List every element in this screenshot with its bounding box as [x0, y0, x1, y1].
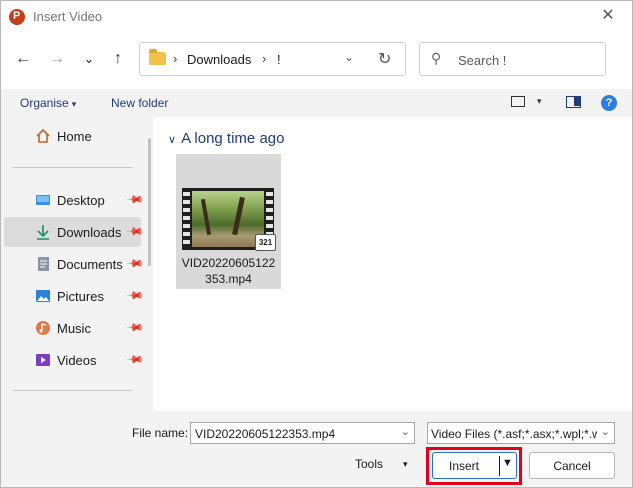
help-icon[interactable]: ?	[601, 95, 617, 111]
sidebar-item-label: Home	[57, 129, 92, 144]
file-name-input[interactable]	[195, 426, 391, 441]
file-name-label: File name:	[132, 426, 189, 440]
chevron-down-icon[interactable]: ⌄	[601, 425, 610, 438]
address-bar[interactable]: › Downloads › ! ⌄ ↻	[139, 42, 406, 76]
pin-icon[interactable]: 📌	[125, 350, 144, 369]
media-player-icon: 321	[255, 234, 276, 251]
command-bar: Organise ▾ New folder ▾ ?	[1, 89, 632, 117]
insert-button[interactable]: Insert ▼	[432, 452, 517, 479]
breadcrumb-separator: ›	[173, 51, 178, 66]
file-name-label: VID20220605122353.mp4	[181, 256, 276, 286]
pictures-icon	[36, 290, 50, 302]
address-dropdown-icon[interactable]: ⌄	[344, 50, 354, 64]
file-list: ∨ A long time ago 321 VID20220605122353.m…	[158, 117, 632, 411]
back-arrow-icon[interactable]: ←	[12, 48, 34, 70]
pin-icon[interactable]: 📌	[125, 222, 144, 241]
breadcrumb-downloads[interactable]: Downloads	[187, 52, 251, 67]
breadcrumb-separator: ›	[262, 51, 267, 66]
search-box[interactable]: ⚲	[419, 42, 606, 76]
view-options-caret-icon[interactable]: ▾	[537, 96, 542, 107]
organise-caret-icon: ▾	[71, 99, 77, 109]
organise-menu[interactable]: Organise ▾	[20, 96, 76, 110]
videos-icon	[36, 354, 50, 366]
sidebar-item-home[interactable]: Home	[4, 121, 141, 151]
music-icon	[36, 321, 50, 335]
sidebar-item-label: Pictures	[57, 289, 104, 304]
sidebar-item-label: Downloads	[57, 225, 122, 240]
recent-locations-chevron-icon[interactable]: ⌄	[78, 48, 100, 70]
documents-icon	[38, 257, 49, 271]
search-input[interactable]	[458, 51, 598, 69]
tools-caret-icon[interactable]: ▾	[403, 459, 408, 470]
insert-options-caret-icon[interactable]: ▼	[502, 457, 513, 469]
sidebar-item-downloads[interactable]: Downloads 📌	[4, 217, 144, 247]
group-header[interactable]: ∨ A long time ago	[168, 130, 284, 147]
insert-video-dialog: Insert Video ✕ ← → ⌄ ↑ › Downloads › ! ⌄…	[0, 0, 633, 488]
folder-icon	[149, 49, 166, 65]
close-icon[interactable]: ✕	[598, 6, 618, 26]
navigation-pane: Home Desktop 📌 Downloads 📌 Documents 📌 P…	[1, 117, 153, 411]
chevron-down-icon: ∨	[168, 134, 177, 146]
search-icon: ⚲	[431, 50, 442, 66]
dialog-title: Insert Video	[33, 9, 103, 24]
sidebar-item-label: Documents	[57, 257, 123, 272]
pin-icon[interactable]: 📌	[125, 286, 144, 305]
sidebar-divider	[13, 390, 133, 391]
sidebar-item-music[interactable]: Music 📌	[4, 313, 144, 343]
forest-thumbnail-image	[192, 191, 264, 247]
pin-icon[interactable]: 📌	[125, 254, 144, 273]
split-divider	[499, 456, 500, 476]
pin-icon[interactable]: 📌	[125, 318, 144, 337]
cancel-button-label: Cancel	[553, 459, 591, 473]
tools-menu[interactable]: Tools	[355, 457, 383, 471]
sidebar-item-desktop[interactable]: Desktop 📌	[4, 185, 144, 215]
preview-pane-icon[interactable]	[566, 96, 581, 108]
title-bar: Insert Video ✕	[1, 1, 632, 32]
sidebar-item-label: Desktop	[57, 193, 105, 208]
breadcrumb-current-folder[interactable]: !	[277, 52, 281, 67]
view-options-icon[interactable]	[511, 96, 525, 107]
pin-icon[interactable]: 📌	[125, 190, 144, 209]
cancel-button[interactable]: Cancel	[529, 452, 615, 479]
dialog-footer: File name: ⌄ Video Files (*.asf;*.asx;*.…	[1, 411, 632, 487]
file-name-combobox[interactable]: ⌄	[190, 422, 415, 444]
film-perforation	[183, 192, 190, 246]
file-type-value: Video Files (*.asf;*.asx;*.wpl;*.w	[431, 427, 597, 441]
file-item[interactable]: 321 VID20220605122353.mp4	[176, 154, 281, 289]
forward-arrow-icon[interactable]: →	[46, 48, 68, 70]
file-type-select[interactable]: Video Files (*.asf;*.asx;*.wpl;*.w ⌄	[427, 422, 615, 444]
home-icon	[36, 128, 50, 143]
sidebar-item-pictures[interactable]: Pictures 📌	[4, 281, 144, 311]
sidebar-divider	[13, 167, 133, 168]
powerpoint-icon	[9, 9, 25, 25]
desktop-icon	[36, 195, 50, 205]
sidebar-item-label: Music	[57, 321, 91, 336]
refresh-icon[interactable]: ↻	[378, 49, 391, 69]
sidebar-item-videos[interactable]: Videos 📌	[4, 345, 144, 375]
organise-label: Organise	[20, 96, 69, 110]
insert-button-label: Insert	[449, 459, 480, 473]
sidebar-item-label: Videos	[57, 353, 97, 368]
download-icon	[37, 225, 49, 240]
chevron-down-icon[interactable]: ⌄	[401, 425, 410, 438]
new-folder-button[interactable]: New folder	[111, 96, 168, 110]
sidebar-item-documents[interactable]: Documents 📌	[4, 249, 144, 279]
sidebar-scrollbar[interactable]	[148, 138, 151, 266]
group-title: A long time ago	[181, 130, 285, 147]
up-arrow-icon[interactable]: ↑	[107, 48, 129, 70]
